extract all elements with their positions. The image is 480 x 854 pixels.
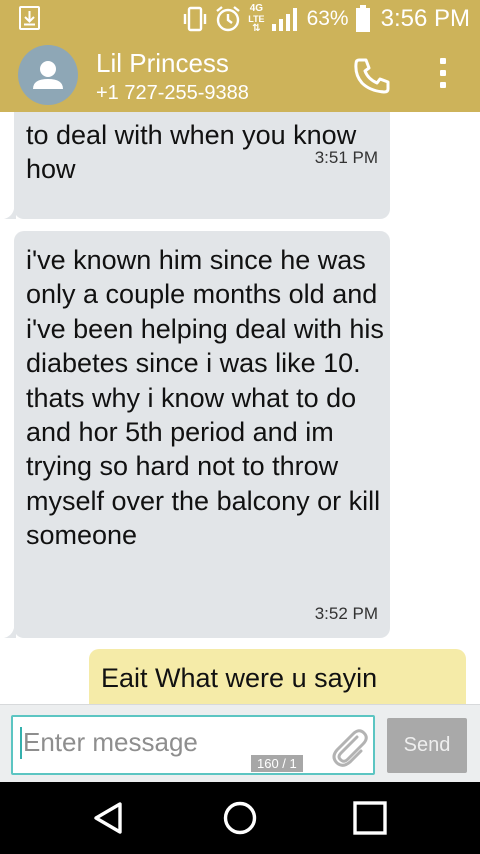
download-icon [19, 6, 40, 30]
action-bar: Lil Princess +1 727-255-9388 [0, 38, 480, 112]
message-text: i've known him since he was only a coupl… [26, 245, 384, 551]
person-icon [33, 61, 63, 89]
message-bubble-received[interactable]: to deal with when you know how 3:51 PM [14, 112, 390, 219]
bubble-tail-icon [4, 209, 16, 219]
message-text: Eait What were u sayin [101, 663, 378, 693]
back-triangle-icon [94, 802, 122, 834]
network-type: 4G LTE ⇅ [248, 3, 265, 34]
menu-dot-icon [440, 58, 446, 64]
status-bar: 4G LTE ⇅ 63% 3:56 PM [0, 0, 480, 38]
message-time: 3:51 PM [314, 148, 378, 167]
message-bubble-received[interactable]: i've known him since he was only a coupl… [14, 231, 390, 638]
header: 4G LTE ⇅ 63% 3:56 PM Lil Princess +1 727-2… [0, 0, 480, 112]
phone-icon [354, 58, 390, 94]
recents-button[interactable] [352, 800, 388, 836]
attach-button[interactable] [327, 725, 371, 769]
message-bubble-sent[interactable]: Eait What were u sayin [89, 649, 466, 704]
back-button[interactable] [90, 800, 126, 836]
overflow-menu-button[interactable] [428, 52, 458, 98]
message-time: 3:52 PM [314, 604, 378, 623]
battery-icon [355, 5, 370, 32]
signal-icon [271, 8, 297, 31]
bubble-tail-icon [4, 628, 16, 638]
status-time: 3:56 PM [380, 5, 470, 32]
menu-dot-icon [440, 82, 446, 88]
message-placeholder: Enter message [23, 727, 198, 757]
messaging-screen: 4G LTE ⇅ 63% 3:56 PM Lil Princess +1 727-2… [0, 0, 480, 854]
contact-number: +1 727-255-9388 [96, 82, 249, 104]
alarm-icon [216, 6, 240, 32]
home-button[interactable] [222, 800, 258, 836]
contact-avatar[interactable] [18, 45, 78, 105]
status-icons: 4G LTE ⇅ 63% 3:56 PM [182, 3, 470, 34]
battery-percent: 63% [306, 7, 349, 30]
contact-name[interactable]: Lil Princess [96, 48, 229, 79]
navigation-bar [0, 782, 480, 854]
home-circle-icon [223, 801, 257, 835]
send-button[interactable]: Send [387, 718, 467, 773]
message-list[interactable]: to deal with when you know how 3:51 PM i… [0, 112, 480, 704]
recents-square-icon [353, 801, 387, 835]
menu-dot-icon [440, 70, 446, 76]
message-input[interactable]: Enter message 160 / 1 [11, 715, 375, 775]
character-counter: 160 / 1 [251, 755, 303, 772]
paperclip-icon [332, 729, 368, 767]
call-button[interactable] [350, 54, 394, 98]
composer-bar: Enter message 160 / 1 Send [0, 704, 480, 782]
text-cursor [20, 727, 22, 759]
vibrate-icon [184, 6, 207, 32]
